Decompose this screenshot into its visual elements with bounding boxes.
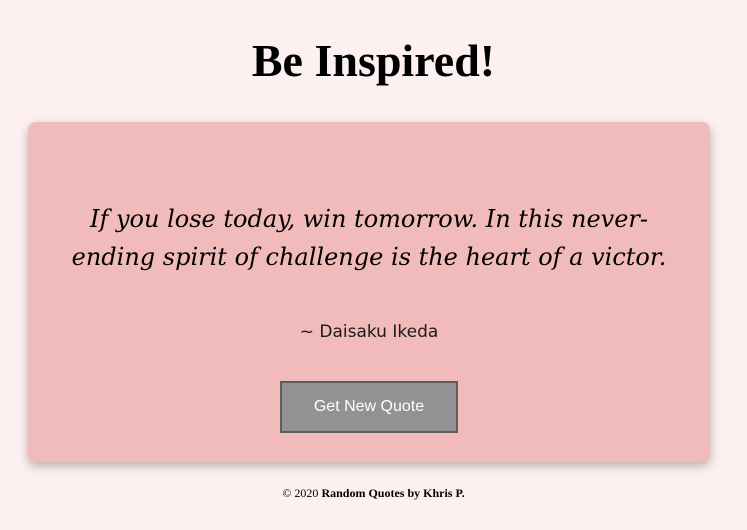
footer-credit: Random Quotes by Khris P. <box>321 486 465 500</box>
footer: © 2020 Random Quotes by Khris P. <box>0 484 747 502</box>
quote-text: If you lose today, win tomorrow. In this… <box>71 205 667 271</box>
footer-copyright: © 2020 <box>282 486 319 500</box>
quote-card: If you lose today, win tomorrow. In this… <box>28 122 710 462</box>
get-new-quote-button[interactable]: Get New Quote <box>280 381 458 433</box>
quote-author: ~ Daisaku Ikeda <box>299 322 439 342</box>
page-title: Be Inspired! <box>251 35 496 86</box>
